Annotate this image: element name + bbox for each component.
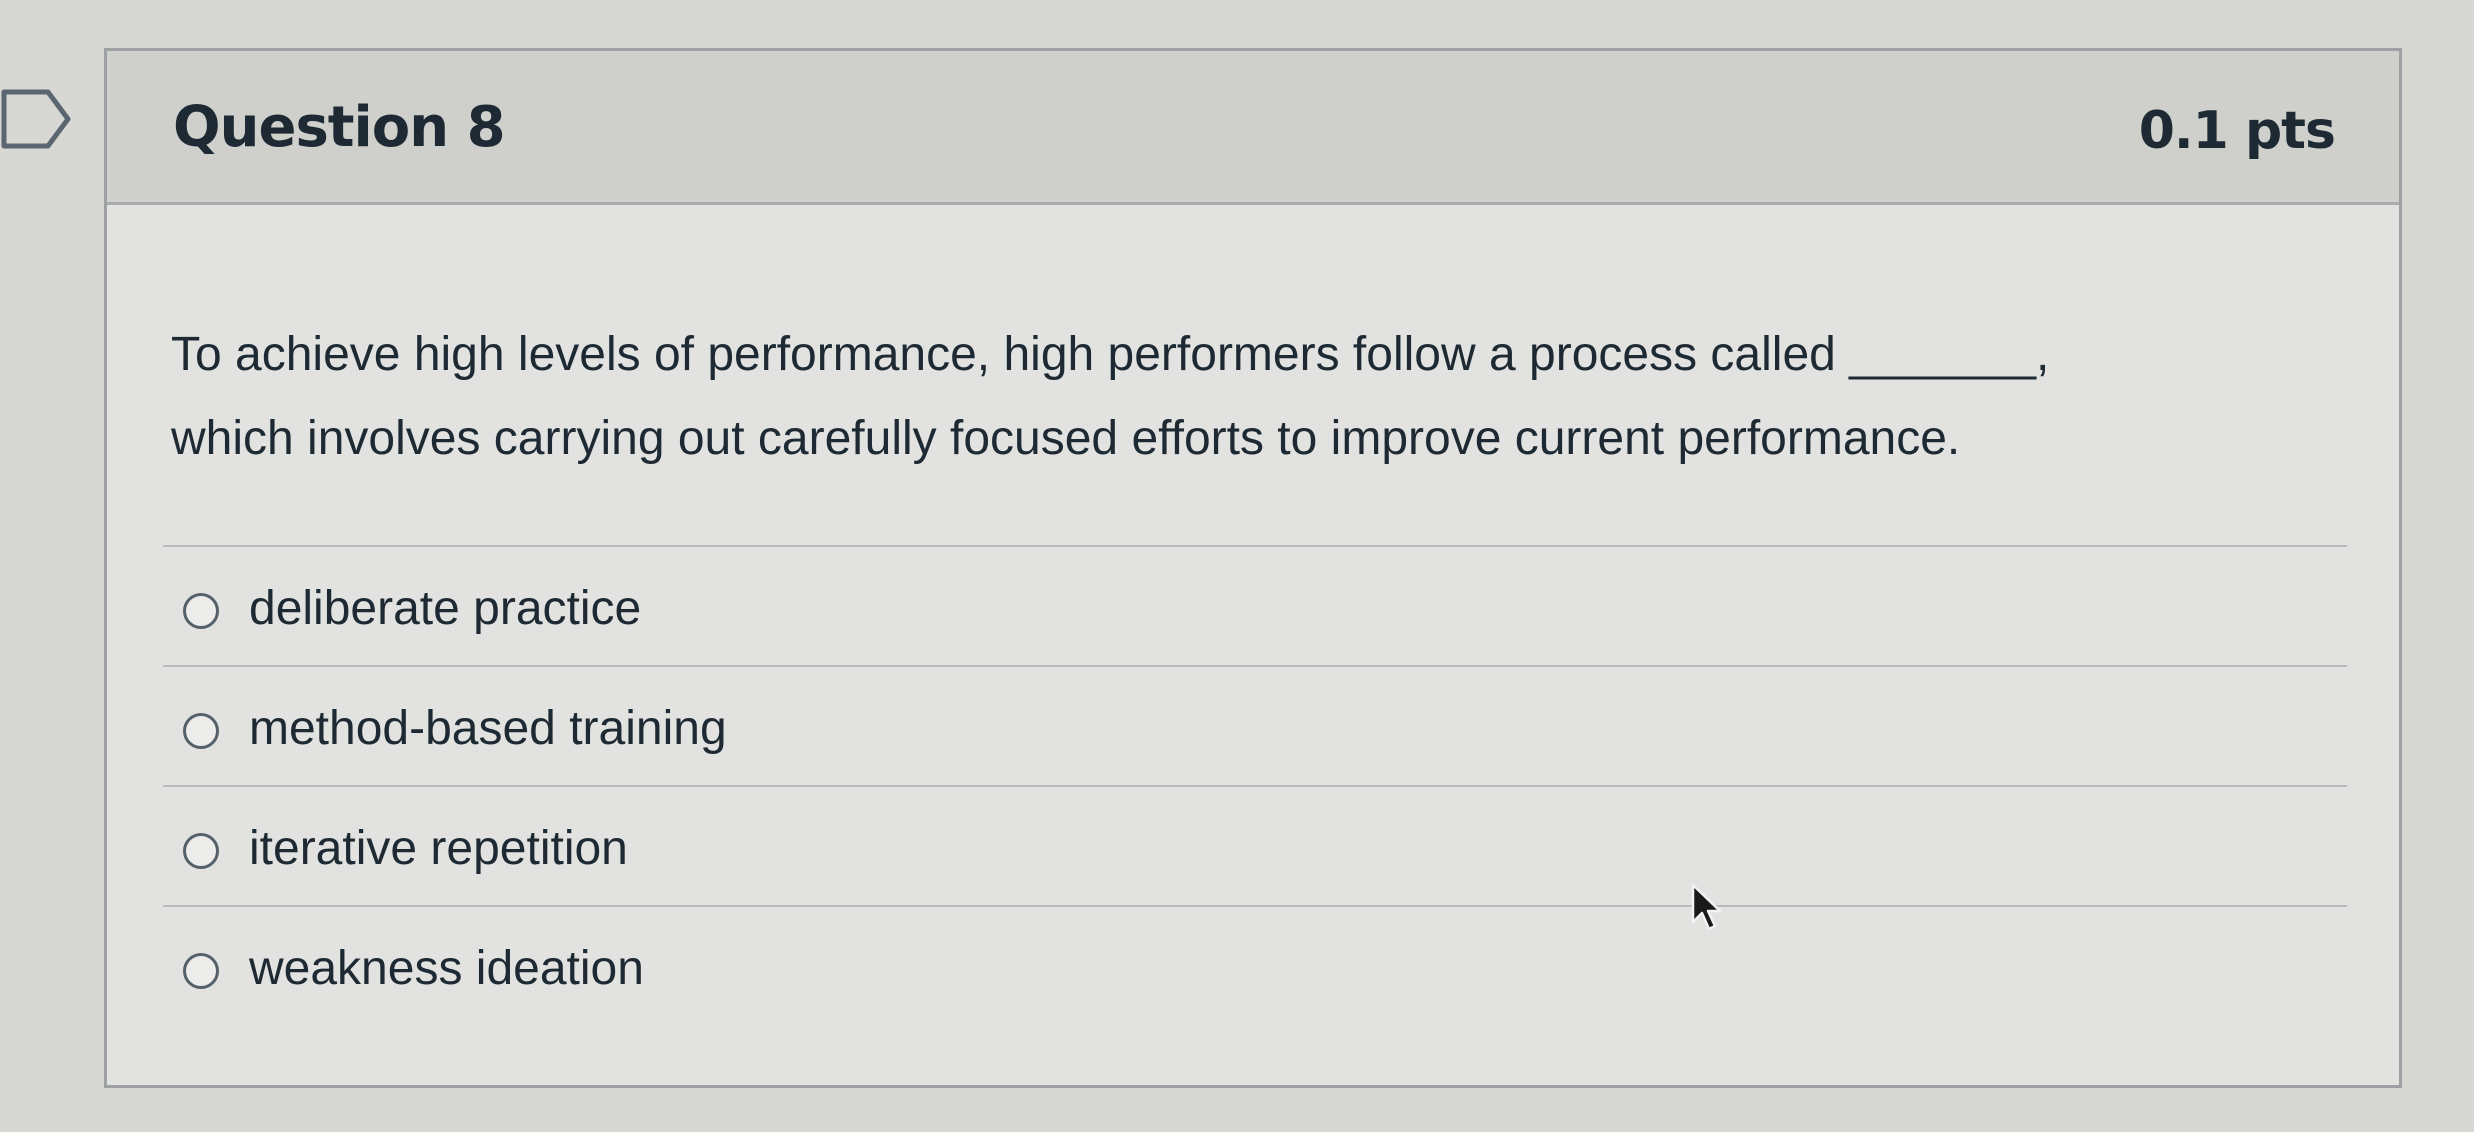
- flag-question-icon[interactable]: [0, 88, 72, 150]
- radio-button[interactable]: [183, 833, 219, 869]
- answer-label[interactable]: method-based training: [249, 701, 727, 756]
- question-card: Question 8 0.1 pts To achieve high level…: [104, 48, 2402, 1088]
- answer-label[interactable]: weakness ideation: [249, 941, 644, 996]
- answer-option[interactable]: weakness ideation: [163, 905, 2347, 1025]
- question-title: Question 8: [173, 95, 506, 160]
- answer-label[interactable]: deliberate practice: [249, 581, 641, 636]
- radio-button[interactable]: [183, 953, 219, 989]
- answer-label[interactable]: iterative repetition: [249, 821, 628, 876]
- question-text-line-1: To achieve high levels of performance, h…: [171, 328, 2050, 381]
- answer-list: deliberate practice method-based trainin…: [163, 545, 2347, 1025]
- radio-button[interactable]: [183, 593, 219, 629]
- radio-button[interactable]: [183, 713, 219, 749]
- answer-option[interactable]: method-based training: [163, 665, 2347, 785]
- question-header: Question 8 0.1 pts: [107, 51, 2399, 205]
- answer-option[interactable]: deliberate practice: [163, 545, 2347, 665]
- question-text: To achieve high levels of performance, h…: [171, 313, 2321, 481]
- question-text-line-2: which involves carrying out carefully fo…: [171, 412, 1961, 465]
- answer-option[interactable]: iterative repetition: [163, 785, 2347, 905]
- question-points: 0.1 pts: [2138, 101, 2336, 161]
- mouse-pointer-icon: [1690, 882, 1724, 934]
